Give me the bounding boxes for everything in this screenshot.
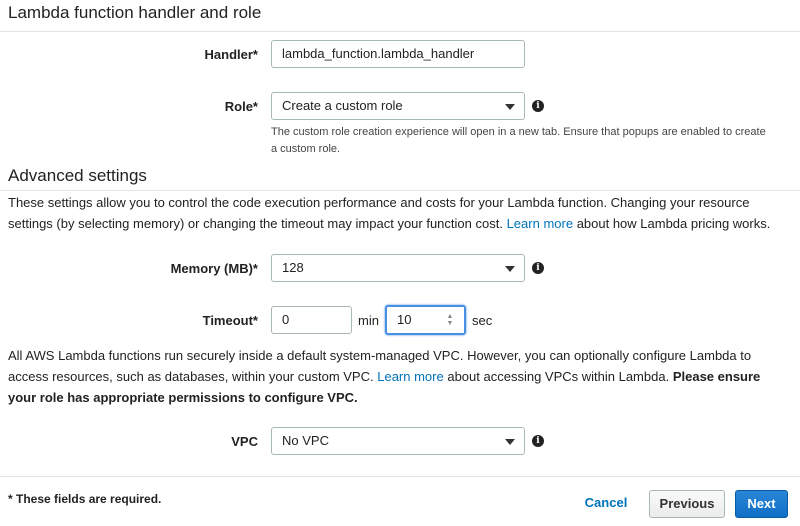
timeout-min-unit: min xyxy=(358,313,379,328)
vpc-intro-text-middle: about accessing VPCs within Lambda. xyxy=(447,369,670,384)
advanced-intro-text-end: about how Lambda pricing works. xyxy=(576,216,771,231)
timeout-label: Timeout* xyxy=(202,313,258,328)
advanced-intro-text: These settings allow you to control the … xyxy=(8,192,788,234)
chevron-down-icon xyxy=(505,439,515,445)
vpc-select[interactable]: No VPC xyxy=(271,427,525,455)
vpc-select-value: No VPC xyxy=(282,433,329,448)
vpc-intro-text: All AWS Lambda functions run securely in… xyxy=(8,345,788,408)
timeout-min-input[interactable]: 0 xyxy=(271,306,352,334)
handler-input[interactable]: lambda_function.lambda_handler xyxy=(271,40,525,68)
memory-label: Memory (MB)* xyxy=(170,261,258,276)
role-select[interactable]: Create a custom role xyxy=(271,92,525,120)
section-divider xyxy=(0,190,800,191)
vpc-label: VPC xyxy=(231,434,258,449)
footer-divider xyxy=(0,476,800,477)
info-icon[interactable]: i xyxy=(532,435,544,447)
info-icon[interactable]: i xyxy=(532,262,544,274)
pricing-learn-more-link[interactable]: Learn more xyxy=(507,216,573,231)
previous-button[interactable]: Previous xyxy=(649,490,725,518)
memory-select-value: 128 xyxy=(282,260,304,275)
timeout-sec-unit: sec xyxy=(472,313,493,328)
info-icon[interactable]: i xyxy=(532,100,544,112)
required-fields-note: * These fields are required. xyxy=(8,492,162,506)
section-title-handler-role: Lambda function handler and role xyxy=(8,3,262,22)
section-divider xyxy=(0,31,800,32)
timeout-sec-value: 10 xyxy=(397,312,412,327)
cancel-button[interactable]: Cancel xyxy=(578,490,634,518)
section-title-advanced: Advanced settings xyxy=(8,166,147,185)
vpc-learn-more-link[interactable]: Learn more xyxy=(377,369,443,384)
role-help-text: The custom role creation experience will… xyxy=(271,126,766,155)
stepper-icon[interactable]: ▲ ▼ xyxy=(446,313,454,327)
role-label: Role* xyxy=(224,99,258,114)
chevron-down-icon xyxy=(505,104,515,110)
chevron-down-icon xyxy=(505,266,515,272)
handler-label: Handler* xyxy=(204,47,258,62)
role-select-value: Create a custom role xyxy=(282,98,403,113)
next-button[interactable]: Next xyxy=(735,490,788,518)
memory-select[interactable]: 128 xyxy=(271,254,525,282)
timeout-sec-input[interactable]: 10 ▲ ▼ xyxy=(385,305,466,335)
